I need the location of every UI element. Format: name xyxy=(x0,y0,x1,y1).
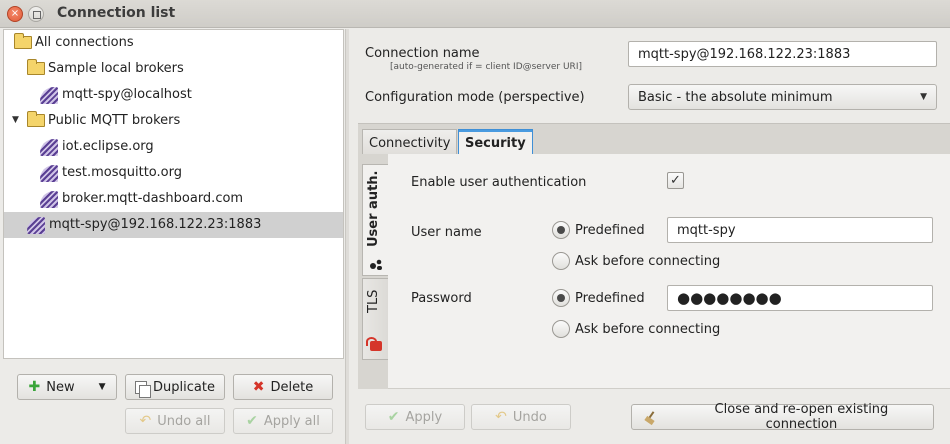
tree-item-label: test.mosquitto.org xyxy=(62,165,182,180)
connection-icon xyxy=(27,217,45,234)
maximize-window-icon[interactable] xyxy=(28,6,44,22)
user-name-label: User name xyxy=(411,225,482,240)
security-side-tabs: User auth. TLS xyxy=(358,154,388,389)
chevron-down-icon: ▼ xyxy=(920,92,927,102)
tree-item-label: iot.eclipse.org xyxy=(62,139,154,154)
apply-all-button[interactable]: ✔ Apply all xyxy=(233,408,333,434)
password-label: Password xyxy=(411,291,472,306)
new-button[interactable]: ✚ New ▼ xyxy=(17,374,117,400)
lock-icon xyxy=(366,337,382,351)
folder-icon xyxy=(14,33,32,49)
password-masked-value: ●●●●●●●● xyxy=(677,289,782,307)
connection-editor: Connection name [auto-generated if = cli… xyxy=(350,29,950,444)
tree-item-label: Public MQTT brokers xyxy=(48,113,181,128)
plus-icon: ✚ xyxy=(28,379,41,395)
tab-security[interactable]: Security xyxy=(458,129,533,156)
configuration-mode-select[interactable]: Basic - the absolute minimum ▼ xyxy=(628,84,937,110)
tree-item-connection[interactable]: test.mosquitto.org xyxy=(4,160,343,186)
connection-name-input[interactable]: mqtt-spy@192.168.122.23:1883 xyxy=(628,41,937,67)
connection-icon xyxy=(40,191,58,208)
connection-icon xyxy=(40,139,58,156)
folder-icon xyxy=(27,111,45,127)
checkmark-icon: ✔ xyxy=(246,413,258,429)
password-ask-label: Ask before connecting xyxy=(575,322,721,337)
username-ask-radio[interactable] xyxy=(552,252,570,270)
user-icon xyxy=(370,259,382,270)
panel-splitter[interactable] xyxy=(345,29,349,444)
apply-button-label: Apply xyxy=(405,409,443,425)
side-tab-label: TLS xyxy=(366,289,381,313)
duplicate-icon xyxy=(135,380,152,398)
tab-label: Security xyxy=(465,135,526,151)
window-title: Connection list xyxy=(57,5,176,21)
chevron-down-icon[interactable]: ▼ xyxy=(99,382,106,392)
tree-group-public-mqtt-brokers[interactable]: ▼ Public MQTT brokers xyxy=(4,108,343,134)
undo-all-button[interactable]: ↶ Undo all xyxy=(125,408,225,434)
tab-strip: Connectivity Security xyxy=(358,123,950,156)
duplicate-button[interactable]: Duplicate xyxy=(125,374,225,400)
tree-item-connection[interactable]: iot.eclipse.org xyxy=(4,134,343,160)
password-input[interactable]: ●●●●●●●● xyxy=(667,285,933,311)
tree-item-connection[interactable]: broker.mqtt-dashboard.com xyxy=(4,186,343,212)
tree-item-selected-connection[interactable]: mqtt-spy@192.168.122.23:1883 xyxy=(4,212,343,238)
tree-item-label: Sample local brokers xyxy=(48,61,184,76)
apply-all-button-label: Apply all xyxy=(263,413,320,429)
delete-icon: ✖ xyxy=(252,379,265,395)
connection-name-hint: [auto-generated if = client ID@server UR… xyxy=(390,62,582,72)
tree-item-label: mqtt-spy@192.168.122.23:1883 xyxy=(49,217,262,232)
folder-icon xyxy=(27,59,45,75)
enable-user-auth-label: Enable user authentication xyxy=(411,175,587,190)
apply-button[interactable]: ✔ Apply xyxy=(365,404,465,430)
connection-icon xyxy=(40,87,58,104)
tree-item-label: mqtt-spy@localhost xyxy=(62,87,192,102)
duplicate-button-label: Duplicate xyxy=(153,379,215,395)
undo-button-label: Undo xyxy=(512,409,547,425)
undo-all-button-label: Undo all xyxy=(157,413,211,429)
side-tab-tls[interactable]: TLS xyxy=(362,278,388,360)
username-ask-label: Ask before connecting xyxy=(575,254,721,269)
delete-button[interactable]: ✖ Delete xyxy=(233,374,333,400)
tab-connectivity[interactable]: Connectivity xyxy=(362,129,458,156)
username-input[interactable]: mqtt-spy xyxy=(667,217,933,243)
tree-item-label: broker.mqtt-dashboard.com xyxy=(62,191,244,206)
delete-button-label: Delete xyxy=(270,379,314,395)
configuration-mode-label: Configuration mode (perspective) xyxy=(365,90,585,105)
tree-item-all-connections[interactable]: All connections xyxy=(4,30,343,56)
reopen-connection-button[interactable]: Close and re-open existing connection xyxy=(631,402,934,432)
tree-item-connection[interactable]: mqtt-spy@localhost xyxy=(4,82,343,108)
connection-icon xyxy=(40,165,58,182)
connection-name-label: Connection name xyxy=(365,46,480,61)
password-predefined-label: Predefined xyxy=(575,291,645,306)
close-window-icon[interactable]: × xyxy=(7,6,23,22)
connection-tree[interactable]: All connections Sample local brokers mqt… xyxy=(3,29,344,359)
undo-icon: ↶ xyxy=(139,413,152,429)
reopen-connection-label: Close and re-open existing connection xyxy=(714,402,889,432)
new-button-label: New xyxy=(46,379,75,395)
tree-group-sample-local-brokers[interactable]: Sample local brokers xyxy=(4,56,343,82)
side-tab-label: User auth. xyxy=(366,170,381,247)
username-predefined-radio[interactable] xyxy=(552,221,570,239)
configuration-mode-value: Basic - the absolute minimum xyxy=(638,89,833,105)
tab-label: Connectivity xyxy=(369,135,451,151)
password-predefined-radio[interactable] xyxy=(552,289,570,307)
broom-icon xyxy=(644,411,660,423)
expand-arrow-icon[interactable]: ▼ xyxy=(12,115,19,125)
side-tab-user-auth[interactable]: User auth. xyxy=(362,164,388,276)
undo-button[interactable]: ↶ Undo xyxy=(471,404,571,430)
password-ask-radio[interactable] xyxy=(552,320,570,338)
checkmark-icon: ✔ xyxy=(387,409,400,425)
enable-user-auth-checkbox[interactable]: ✓ xyxy=(667,172,684,189)
undo-icon: ↶ xyxy=(495,409,507,425)
title-bar: × Connection list xyxy=(0,0,950,28)
tree-item-label: All connections xyxy=(35,35,134,50)
username-predefined-label: Predefined xyxy=(575,223,645,238)
